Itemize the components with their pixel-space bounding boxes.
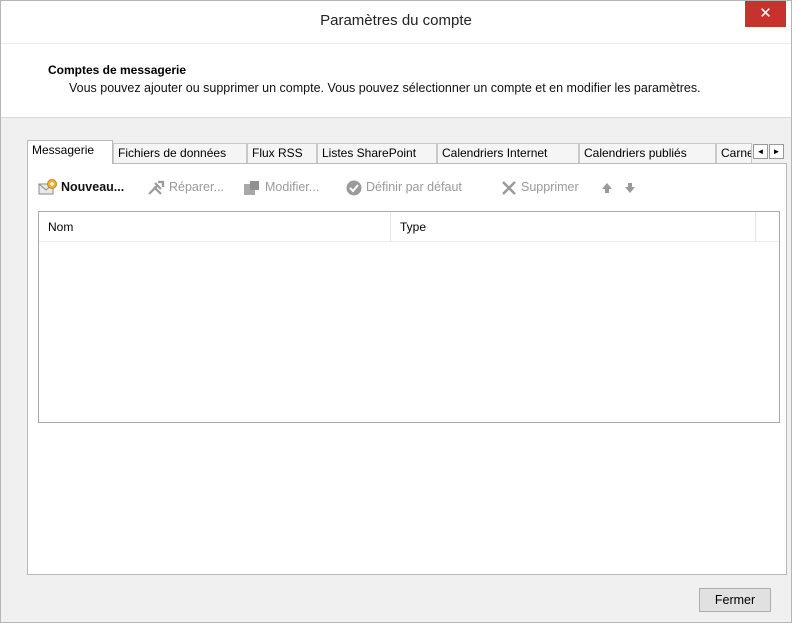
set-default-label: Définir par défaut [366, 180, 462, 194]
tab-strip: Messagerie Fichiers de données Flux RSS … [27, 140, 787, 164]
section-description: Vous pouvez ajouter ou supprimer un comp… [69, 81, 701, 95]
tab-listes-sharepoint[interactable]: Listes SharePoint [317, 143, 437, 163]
title-bar: Paramètres du compte ✕ [1, 1, 791, 43]
tab-scroll-right-icon[interactable]: ► [769, 144, 784, 159]
tab-calendriers-internet[interactable]: Calendriers Internet [437, 143, 579, 163]
tab-calendriers-publies[interactable]: Calendriers publiés [579, 143, 716, 163]
column-header-type[interactable]: Type [391, 212, 756, 242]
accounts-list[interactable]: Nom Type [38, 211, 780, 423]
tab-carnets-d-adresses[interactable]: Carnets d'adresses [716, 143, 752, 163]
tab-scroll-left-icon[interactable]: ◄ [753, 144, 768, 159]
repair-button[interactable]: Réparer... [146, 176, 224, 198]
arrow-up-icon [602, 182, 612, 193]
repair-tools-icon [148, 180, 165, 195]
check-circle-icon [346, 180, 362, 196]
section-title: Comptes de messagerie [48, 63, 187, 77]
modify-label: Modifier... [265, 180, 320, 194]
close-window-button[interactable]: ✕ [745, 1, 786, 27]
move-up-button[interactable] [600, 176, 617, 198]
tab-flux-rss[interactable]: Flux RSS [247, 143, 317, 163]
dialog-body: Messagerie Fichiers de données Flux RSS … [1, 117, 791, 622]
new-account-label: Nouveau... [61, 180, 125, 194]
repair-label: Réparer... [169, 180, 224, 194]
arrow-down-icon [625, 182, 635, 193]
account-toolbar: Nouveau... Réparer... Modifier... Défini… [28, 176, 788, 198]
column-header-nom[interactable]: Nom [39, 212, 391, 242]
list-header: Nom Type [39, 212, 779, 242]
modify-button[interactable]: Modifier... [242, 176, 319, 198]
close-dialog-button[interactable]: Fermer [699, 588, 771, 612]
modify-icon [244, 180, 259, 195]
delete-x-icon [502, 180, 516, 195]
delete-button[interactable]: Supprimer [500, 176, 579, 198]
delete-label: Supprimer [521, 180, 579, 194]
set-default-button[interactable]: Définir par défaut [345, 176, 462, 198]
mail-new-icon [38, 178, 57, 195]
dialog-header: Comptes de messagerie Vous pouvez ajoute… [1, 43, 791, 117]
new-account-button[interactable]: Nouveau... [38, 176, 124, 198]
account-settings-window: Paramètres du compte ✕ Comptes de messag… [0, 0, 792, 623]
tab-messagerie[interactable]: Messagerie [27, 140, 113, 164]
move-down-button[interactable] [623, 176, 640, 198]
tab-panel-messagerie: Nouveau... Réparer... Modifier... Défini… [27, 163, 787, 575]
tab-fichiers-de-donnees[interactable]: Fichiers de données [113, 143, 247, 163]
window-title: Paramètres du compte [320, 12, 472, 29]
